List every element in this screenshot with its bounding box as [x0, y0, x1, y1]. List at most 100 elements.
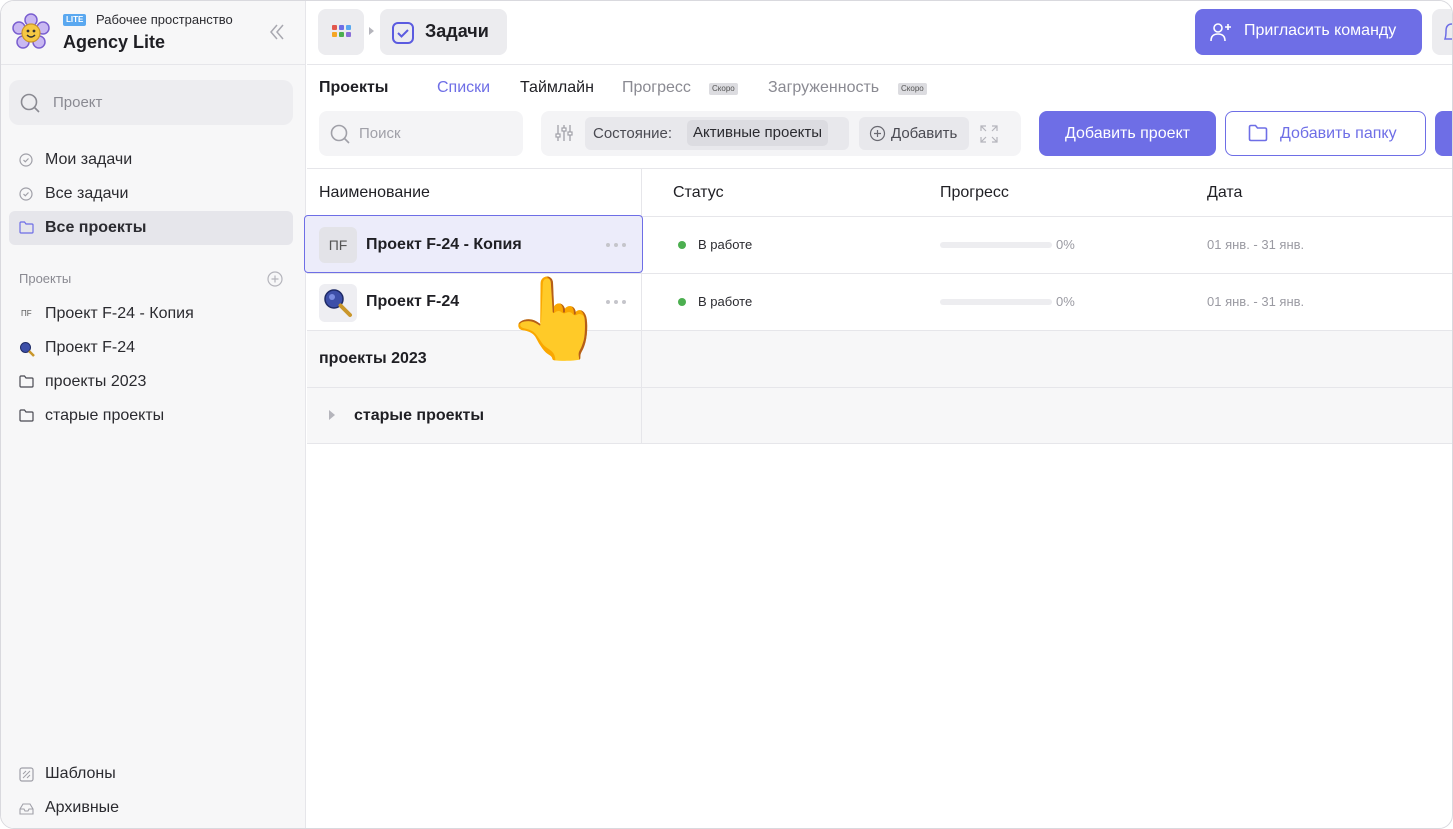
group-row-bg	[307, 331, 1452, 387]
expand-caret-icon[interactable]	[329, 410, 335, 420]
tab-workload: Загруженность	[768, 79, 880, 96]
filter-bar: Состояние: Активные проекты Добавить	[541, 111, 1021, 156]
flower-logo-icon	[12, 13, 50, 49]
project-search-input[interactable]: Проект	[9, 80, 293, 125]
sidebar-project-f24[interactable]: Проект F-24	[9, 331, 293, 365]
folder-icon	[19, 221, 34, 234]
status-dot-icon	[678, 298, 686, 306]
apps-menu-button[interactable]	[318, 9, 364, 55]
expand-icon[interactable]	[979, 124, 999, 144]
apps-grid-icon	[332, 25, 351, 37]
nav-my-tasks[interactable]: Мои задачи	[9, 143, 293, 177]
row-border	[307, 443, 1452, 444]
topbar: Задачи Пригласить команду	[307, 1, 1452, 65]
search-icon	[20, 93, 40, 113]
workspace-subtitle: Рабочее пространство	[96, 12, 233, 27]
project-label: Проект F-24 - Копия	[45, 305, 194, 322]
tab-lists[interactable]: Списки	[437, 79, 490, 97]
footer-label: Архивные	[45, 799, 120, 816]
pointing-hand-icon: 👆	[506, 274, 606, 363]
row-border	[307, 387, 1452, 388]
row-more-icon[interactable]	[606, 299, 628, 305]
project-name[interactable]: Проект F-24	[366, 293, 459, 311]
row-border	[307, 273, 1452, 274]
nav-label: Все проекты	[45, 219, 147, 236]
sidebar-folder-old[interactable]: старые проекты	[9, 399, 293, 433]
column-header-date[interactable]: Дата	[1207, 184, 1242, 202]
bell-icon	[1443, 23, 1452, 40]
invite-team-button[interactable]: Пригласить команду	[1195, 9, 1422, 55]
search-placeholder: Поиск	[359, 125, 401, 142]
add-filter-label: Добавить	[891, 125, 958, 142]
tab-projects[interactable]: Проекты	[319, 79, 388, 97]
add-folder-button[interactable]: Добавить папку	[1225, 111, 1426, 156]
add-folder-label: Добавить папку	[1280, 125, 1397, 142]
projects-section-title: Проекты	[19, 271, 72, 286]
footer-label: Шаблоны	[45, 765, 116, 782]
pf-initials-icon: ПF	[21, 309, 32, 318]
progress-bar	[940, 242, 1052, 248]
nav-label: Мои задачи	[45, 151, 133, 168]
search-input[interactable]: Поиск	[319, 111, 523, 156]
folder-icon	[19, 409, 34, 422]
sliders-icon[interactable]	[554, 123, 574, 143]
state-filter-value: Активные проекты	[687, 120, 829, 146]
collapse-sidebar-icon[interactable]	[267, 21, 287, 43]
progress-bar	[940, 299, 1052, 305]
archive-icon	[19, 803, 34, 815]
column-header-status[interactable]: Статус	[673, 184, 724, 202]
search-icon	[330, 124, 350, 144]
sidebar: LITE Рабочее пространство Agency Lite Пр…	[1, 1, 306, 828]
add-project-icon[interactable]	[266, 270, 284, 288]
project-label: Проект F-24	[45, 339, 136, 356]
status-dot-icon	[678, 241, 686, 249]
date-range[interactable]: 01 янв. - 31 янв.	[1207, 237, 1304, 252]
search-placeholder: Проект	[53, 94, 103, 111]
sidebar-folder-2023[interactable]: проекты 2023	[9, 365, 293, 399]
project-label: старые проекты	[45, 407, 165, 424]
workspace-header[interactable]: LITE Рабочее пространство Agency Lite	[1, 1, 306, 65]
check-circle-icon	[19, 153, 33, 167]
add-filter-button[interactable]: Добавить	[859, 117, 969, 150]
templates-icon	[19, 767, 34, 782]
status-text[interactable]: В работе	[698, 294, 752, 309]
folder-icon	[19, 375, 34, 388]
table-top-border	[307, 168, 1452, 169]
state-filter-chip[interactable]: Состояние: Активные проекты	[585, 117, 849, 150]
soon-badge: Скоро	[709, 83, 738, 95]
check-circle-icon	[19, 187, 33, 201]
group-name[interactable]: проекты 2023	[319, 350, 427, 368]
sidebar-project-copy[interactable]: ПF Проект F-24 - Копия	[9, 297, 293, 331]
pf-initials-icon: ПF	[319, 227, 357, 263]
breadcrumb-tasks[interactable]: Задачи	[380, 9, 507, 55]
progress-text: 0%	[1056, 237, 1075, 252]
tab-progress: Прогресс	[622, 79, 691, 96]
breadcrumb-chevron-icon	[369, 27, 374, 35]
nav-all-projects[interactable]: Все проекты	[9, 211, 293, 245]
nav-label: Все задачи	[45, 185, 129, 202]
magnifier-avatar-icon	[319, 284, 357, 322]
more-actions-button[interactable]	[1435, 111, 1452, 156]
magnifier-avatar-icon	[20, 342, 35, 357]
column-header-name[interactable]: Наименование	[319, 184, 430, 202]
row-more-icon[interactable]	[606, 242, 628, 248]
tab-timeline[interactable]: Таймлайн	[520, 79, 594, 97]
add-circle-icon	[869, 125, 886, 142]
soon-badge: Скоро	[898, 83, 927, 95]
breadcrumb-label: Задачи	[425, 21, 489, 41]
row-border	[307, 330, 1452, 331]
sidebar-archive[interactable]: Архивные	[9, 793, 293, 823]
notifications-button[interactable]	[1432, 9, 1452, 55]
column-header-progress[interactable]: Прогресс	[940, 184, 1009, 202]
nav-all-tasks[interactable]: Все задачи	[9, 177, 293, 211]
add-project-button[interactable]: Добавить проект	[1039, 111, 1216, 156]
status-text[interactable]: В работе	[698, 237, 752, 252]
project-label: проекты 2023	[45, 373, 147, 390]
column-divider	[641, 169, 642, 443]
checkbox-icon	[392, 22, 414, 44]
lite-badge: LITE	[63, 14, 87, 26]
sidebar-templates[interactable]: Шаблоны	[9, 759, 293, 789]
project-name[interactable]: Проект F-24 - Копия	[366, 236, 522, 254]
date-range[interactable]: 01 янв. - 31 янв.	[1207, 294, 1304, 309]
group-name[interactable]: старые проекты	[354, 407, 484, 425]
